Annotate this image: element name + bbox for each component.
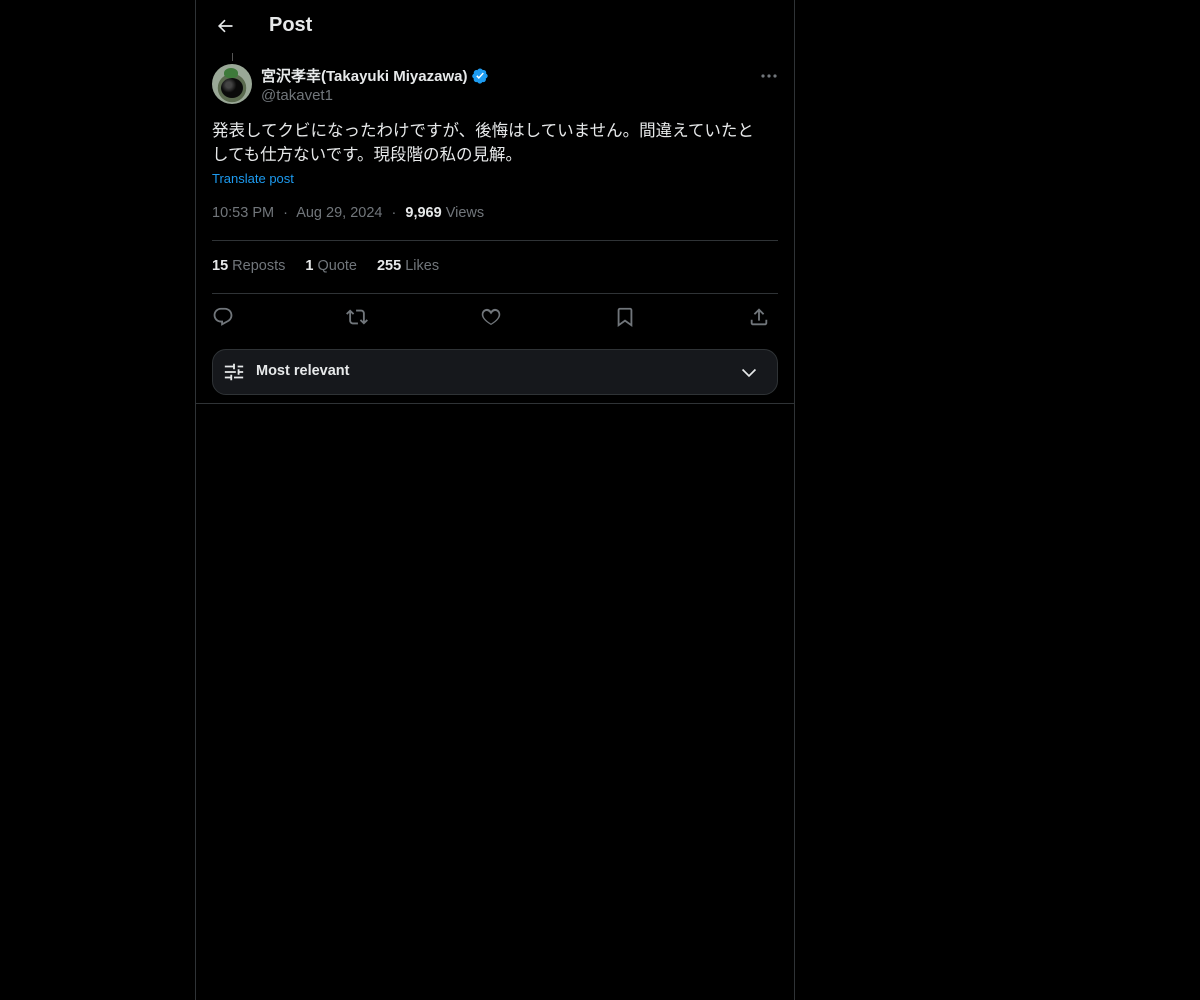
repost-button[interactable] xyxy=(344,304,370,330)
divider xyxy=(196,403,794,404)
post-text: 発表してクビになったわけですが、後悔はしていません。間違えていたと しても仕方な… xyxy=(212,119,778,167)
likes-stat[interactable]: 255 Likes xyxy=(377,258,439,274)
more-dots-icon xyxy=(760,73,778,79)
author-handle[interactable]: @takavet1 xyxy=(261,87,333,104)
bookmark-icon xyxy=(614,306,636,328)
post-actions xyxy=(212,304,778,330)
sort-replies-dropdown[interactable]: Most relevant xyxy=(212,349,778,395)
like-icon xyxy=(480,306,502,328)
author-name-row[interactable]: 宮沢孝幸(Takayuki Miyazawa) xyxy=(261,65,489,86)
verified-badge-icon[interactable] xyxy=(471,67,489,85)
reply-button[interactable] xyxy=(210,304,236,330)
page-title: Post xyxy=(269,14,313,36)
reposts-label: Reposts xyxy=(232,258,286,274)
divider xyxy=(212,240,778,241)
post-text-line: しても仕方ないです。現段階の私の見解。 xyxy=(212,145,523,164)
share-button[interactable] xyxy=(746,304,772,330)
meta-separator: · xyxy=(283,205,288,221)
views-label: Views xyxy=(445,205,485,221)
more-options-button[interactable] xyxy=(756,66,782,86)
post-time[interactable]: 10:53 PM xyxy=(212,205,274,221)
quotes-label: Quote xyxy=(317,258,357,274)
chevron-down-icon xyxy=(739,363,759,383)
page-header: Post xyxy=(196,0,794,53)
likes-count: 255 xyxy=(376,258,402,274)
meta-separator: · xyxy=(391,205,397,221)
back-button[interactable] xyxy=(208,9,242,43)
views-count: 9,969 xyxy=(405,205,442,221)
engagement-stats: 15 Reposts 1 Quote 255 Likes xyxy=(212,258,439,274)
divider xyxy=(212,293,778,294)
avatar-leaf xyxy=(224,68,238,78)
post-date[interactable]: Aug 29, 2024 xyxy=(296,205,382,221)
thread-line xyxy=(232,53,233,61)
arrow-left-icon xyxy=(215,16,235,36)
likes-label: Likes xyxy=(405,258,440,274)
post-text-line: 発表してクビになったわけですが、後悔はしていません。間違えていたと xyxy=(212,121,754,140)
like-button[interactable] xyxy=(478,304,504,330)
avatar[interactable] xyxy=(212,64,252,104)
bookmark-button[interactable] xyxy=(612,304,638,330)
repost-icon xyxy=(346,306,368,328)
reposts-count: 15 xyxy=(212,258,229,274)
share-icon xyxy=(748,306,770,328)
translate-post-link[interactable]: Translate post xyxy=(212,171,294,186)
sort-label: Most relevant xyxy=(256,363,350,379)
reply-icon xyxy=(212,306,234,328)
quotes-stat[interactable]: 1 Quote xyxy=(305,258,357,274)
author-display-name[interactable]: 宮沢孝幸(Takayuki Miyazawa) xyxy=(261,65,467,86)
main-column: Post 宮沢孝幸(Takayuki Miyazawa) @takavet1 発… xyxy=(195,0,795,1000)
avatar-fruit xyxy=(221,78,243,98)
quotes-count: 1 xyxy=(305,258,314,274)
post-meta: 10:53 PM · Aug 29, 2024 · 9,969 Views xyxy=(212,205,484,221)
sliders-icon xyxy=(223,361,245,383)
reposts-stat[interactable]: 15 Reposts xyxy=(212,258,285,274)
